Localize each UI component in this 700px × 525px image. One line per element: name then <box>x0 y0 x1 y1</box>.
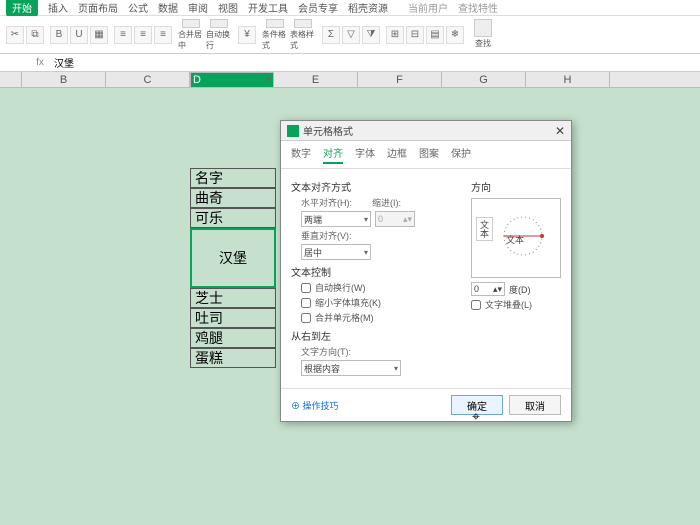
valign-select[interactable]: 居中 <box>301 244 371 260</box>
cell-selected[interactable]: 汉堡 <box>190 228 276 288</box>
merge-label: 合并单元格(M) <box>315 311 374 324</box>
menu-dev[interactable]: 开发工具 <box>248 0 288 15</box>
tab-alignment[interactable]: 对齐 <box>323 145 343 164</box>
sum-icon[interactable]: Σ <box>322 26 340 44</box>
grid: B C D E F G H 名字 曲奇 可乐 汉堡 芝士 吐司 鸡腿 蛋糕 <box>0 72 700 88</box>
column-headers: B C D E F G H <box>0 72 700 88</box>
dialog-tabs: 数字 对齐 字体 边框 图案 保护 <box>281 141 571 169</box>
ok-button[interactable]: 确定 <box>451 395 503 415</box>
textdir-select[interactable]: 根据内容 <box>301 360 401 376</box>
label-textdir: 文字方向(T): <box>301 345 361 358</box>
cond-format-icon[interactable]: 条件格式 <box>262 19 288 51</box>
align-right-icon[interactable]: ≡ <box>154 26 172 44</box>
stack-checkbox[interactable] <box>471 300 481 310</box>
menu-review[interactable]: 审阅 <box>188 0 208 15</box>
orientation-box[interactable]: 文本 文本 <box>471 198 561 278</box>
sort-icon[interactable]: ▽ <box>342 26 360 44</box>
cell[interactable]: 鸡腿 <box>190 328 276 348</box>
wrap-icon[interactable]: 自动换行 <box>206 19 232 51</box>
align-center-icon[interactable]: ≡ <box>134 26 152 44</box>
col-e[interactable]: E <box>274 72 358 87</box>
shrink-checkbox[interactable] <box>301 298 311 308</box>
menu-res[interactable]: 稻壳资源 <box>348 0 388 15</box>
merge-checkbox[interactable] <box>301 313 311 323</box>
bold-icon[interactable]: B <box>50 26 68 44</box>
cell-style-icon[interactable]: 表格样式 <box>290 19 316 51</box>
section-orientation: 方向 <box>471 179 561 194</box>
vertical-text-button[interactable]: 文本 <box>476 217 493 241</box>
degree-spinner[interactable]: 0▴▾ <box>471 282 505 296</box>
label-valign: 垂直对齐(V): <box>301 229 361 242</box>
indent-spinner[interactable]: 0▴▾ <box>375 211 415 227</box>
tab-font[interactable]: 字体 <box>355 145 375 164</box>
col-d[interactable]: D <box>190 72 274 88</box>
formula-bar: fx <box>0 54 700 72</box>
stack-label: 文字堆叠(L) <box>485 298 532 311</box>
dialog-icon <box>287 125 299 137</box>
cell[interactable]: 吐司 <box>190 308 276 328</box>
col-icon[interactable]: ⊟ <box>406 26 424 44</box>
underline-icon[interactable]: U <box>70 26 88 44</box>
cell[interactable]: 曲奇 <box>190 188 276 208</box>
freeze-icon[interactable]: ❄ <box>446 26 464 44</box>
ribbon: ✂⧉ BU▦ ≡≡≡ 合并居中自动换行 ¥ 条件格式表格样式 Σ▽⧩ ⊞⊟▤❄ … <box>0 16 700 54</box>
menu-layout[interactable]: 页面布局 <box>78 0 118 15</box>
menu-vip[interactable]: 会员专享 <box>298 0 338 15</box>
menubar: 开始 插入 页面布局 公式 数据 审阅 视图 开发工具 会员专享 稻壳资源 当前… <box>0 0 700 16</box>
close-icon[interactable]: ✕ <box>555 124 565 138</box>
col-g[interactable]: G <box>442 72 526 87</box>
cell[interactable]: 蛋糕 <box>190 348 276 368</box>
fx-icon[interactable]: fx <box>30 57 50 68</box>
label-indent: 缩进(I): <box>365 196 401 209</box>
degree-label: 度(D) <box>509 283 531 296</box>
format-icon[interactable]: ¥ <box>238 26 256 44</box>
col-c[interactable]: C <box>106 72 190 87</box>
cancel-button[interactable]: 取消 <box>509 395 561 415</box>
align-left-icon[interactable]: ≡ <box>114 26 132 44</box>
search-label[interactable]: 查找特性 <box>458 0 498 15</box>
shrink-label: 缩小字体填充(K) <box>315 296 381 309</box>
merge-icon[interactable]: 合并居中 <box>178 19 204 51</box>
sheet-icon[interactable]: ▤ <box>426 26 444 44</box>
section-rtl: 从右到左 <box>291 328 461 343</box>
tab-border[interactable]: 边框 <box>387 145 407 164</box>
dialog-title: 单元格格式 <box>303 123 353 138</box>
fill-icon[interactable]: ▦ <box>90 26 108 44</box>
dialog-footer: 操作技巧 确定 取消 <box>281 388 571 421</box>
wrap-label: 自动换行(W) <box>315 281 366 294</box>
cell[interactable]: 可乐 <box>190 208 276 228</box>
tab-number[interactable]: 数字 <box>291 145 311 164</box>
select-all[interactable] <box>0 72 22 87</box>
copy-icon[interactable]: ⧉ <box>26 26 44 44</box>
cut-icon[interactable]: ✂ <box>6 26 24 44</box>
label-halign: 水平对齐(H): <box>301 196 361 209</box>
tab-start[interactable]: 开始 <box>6 0 38 16</box>
menu-data[interactable]: 数据 <box>158 0 178 15</box>
wrap-checkbox[interactable] <box>301 283 311 293</box>
col-h[interactable]: H <box>526 72 610 87</box>
user-label: 当前用户 <box>408 0 448 15</box>
tab-protect[interactable]: 保护 <box>451 145 471 164</box>
cell[interactable]: 名字 <box>190 168 276 188</box>
cell[interactable]: 芝士 <box>190 288 276 308</box>
section-text-control: 文本控制 <box>291 264 461 279</box>
col-b[interactable]: B <box>22 72 106 87</box>
tips-link[interactable]: 操作技巧 <box>291 399 339 412</box>
format-cells-dialog: 单元格格式 ✕ 数字 对齐 字体 边框 图案 保护 文本对齐方式 水平对齐(H)… <box>280 120 572 422</box>
section-text-align: 文本对齐方式 <box>291 179 461 194</box>
formula-input[interactable] <box>50 57 700 68</box>
tab-pattern[interactable]: 图案 <box>419 145 439 164</box>
dialog-titlebar[interactable]: 单元格格式 ✕ <box>281 121 571 141</box>
menu-formula[interactable]: 公式 <box>128 0 148 15</box>
dial-text-label: 文本 <box>506 233 524 246</box>
orientation-dial[interactable]: 文本 <box>494 207 552 265</box>
menu-view[interactable]: 视图 <box>218 0 238 15</box>
menu-insert[interactable]: 插入 <box>48 0 68 15</box>
halign-select[interactable]: 两端 <box>301 211 371 227</box>
filter-icon[interactable]: ⧩ <box>362 26 380 44</box>
find-icon[interactable]: 查找 <box>470 19 496 51</box>
col-f[interactable]: F <box>358 72 442 87</box>
row-icon[interactable]: ⊞ <box>386 26 404 44</box>
